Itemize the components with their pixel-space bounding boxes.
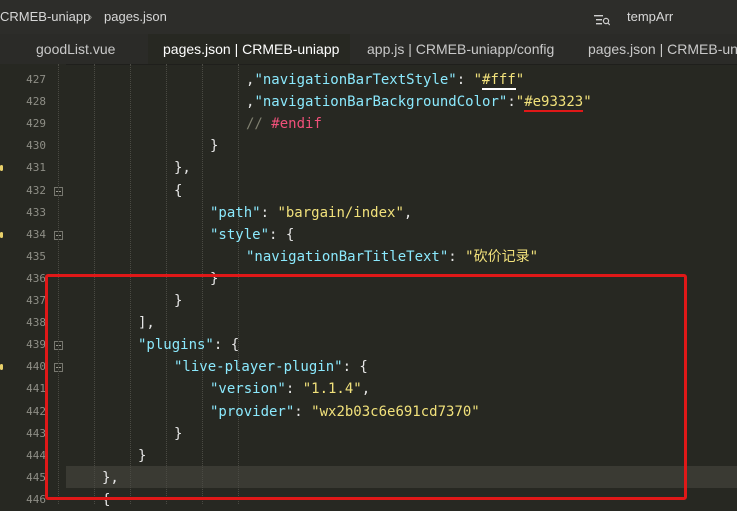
tab-pages-json-2[interactable]: pages.json | CRMEB-uniapp xyxy=(572,34,737,64)
tab-label: pages.json | CRMEB-uniapp xyxy=(163,41,340,57)
tab-label: goodList.vue xyxy=(36,41,116,57)
modified-line-marker xyxy=(0,165,3,172)
json-string: "bargain/index" xyxy=(277,204,404,221)
modified-line-marker xyxy=(0,231,3,238)
json-key: "navigationBarBackgroundColor" xyxy=(254,94,508,111)
code-line: "navigationBarTitleText": "砍价记录" xyxy=(246,246,538,268)
json-string: " xyxy=(515,72,525,88)
breadcrumb-file[interactable]: pages.json xyxy=(104,9,167,24)
line-number: 427 xyxy=(26,73,46,86)
line-number: 444 xyxy=(26,448,46,462)
json-string: #fff xyxy=(482,72,516,90)
tab-pages-json-active[interactable]: pages.json | CRMEB-uniapp xyxy=(148,34,350,64)
code-line: ,"navigationBarBackgroundColor":"#e93323… xyxy=(246,91,592,113)
code-line: // #endif xyxy=(246,113,322,135)
tab-label: pages.json | CRMEB-uniapp xyxy=(588,41,737,57)
punctuation: }, xyxy=(174,160,191,177)
annotation-highlight-box xyxy=(45,274,687,500)
json-key: "navigationBarTitleText" xyxy=(246,248,449,265)
code-line: { xyxy=(174,180,182,202)
line-number: 442 xyxy=(26,404,46,418)
code-line: "path": "bargain/index", xyxy=(210,202,412,224)
json-string: "砍价记录" xyxy=(465,248,539,265)
punctuation: : { xyxy=(269,226,295,243)
tab-label: app.js | CRMEB-uniapp/config xyxy=(367,41,555,57)
breadcrumb-project[interactable]: CRMEB-uniapp xyxy=(0,9,90,24)
tab-goodlist-vue[interactable]: goodList.vue xyxy=(18,34,146,64)
json-string: " xyxy=(473,72,483,88)
tab-app-js[interactable]: app.js | CRMEB-uniapp/config xyxy=(352,34,570,64)
line-number: 430 xyxy=(26,139,46,153)
editor-tabs: goodList.vue pages.json | CRMEB-uniapp a… xyxy=(0,34,737,65)
code-line: }, xyxy=(174,157,191,179)
chevron-right-icon: › xyxy=(88,9,93,24)
line-number: 443 xyxy=(26,426,46,440)
breadcrumb-bar: CRMEB-uniapp › pages.json tempArr xyxy=(0,0,737,35)
json-string: " xyxy=(583,94,592,111)
punctuation: : xyxy=(456,72,474,88)
breadcrumb-symbol[interactable]: tempArr xyxy=(627,9,673,24)
json-string: " xyxy=(515,94,525,111)
json-string: #e93323 xyxy=(524,94,584,113)
line-number: 438 xyxy=(26,316,46,330)
line-number: 437 xyxy=(26,294,46,307)
line-number: 434 xyxy=(26,227,46,241)
comment: // xyxy=(246,116,272,133)
line-number: 432 xyxy=(26,183,46,197)
line-number: 436 xyxy=(26,271,46,285)
punctuation: : xyxy=(507,94,516,111)
code-line: ,"navigationBarTextStyle": "#fff" xyxy=(246,69,524,91)
json-key: "navigationBarTextStyle" xyxy=(254,72,457,88)
line-number: 429 xyxy=(26,117,46,131)
line-number: 428 xyxy=(26,95,46,109)
json-key: "path" xyxy=(210,204,261,221)
line-number: 445 xyxy=(26,470,46,484)
line-number: 435 xyxy=(26,249,46,263)
json-key: "style" xyxy=(210,226,270,243)
modified-line-marker xyxy=(0,364,3,371)
punctuation: } xyxy=(210,138,219,155)
line-number: 431 xyxy=(26,161,46,175)
outline-icon[interactable] xyxy=(594,11,611,30)
punctuation: , xyxy=(403,204,413,221)
line-number: 439 xyxy=(26,338,46,352)
line-number: 441 xyxy=(26,382,46,396)
punctuation: { xyxy=(174,182,183,199)
punctuation: : xyxy=(260,204,278,221)
line-number: 440 xyxy=(26,360,46,374)
code-line: "style": { xyxy=(210,224,294,246)
line-number: 433 xyxy=(26,205,46,219)
punctuation: : xyxy=(448,248,466,265)
preprocessor-directive: #endif xyxy=(271,116,322,133)
code-line: } xyxy=(210,135,218,157)
